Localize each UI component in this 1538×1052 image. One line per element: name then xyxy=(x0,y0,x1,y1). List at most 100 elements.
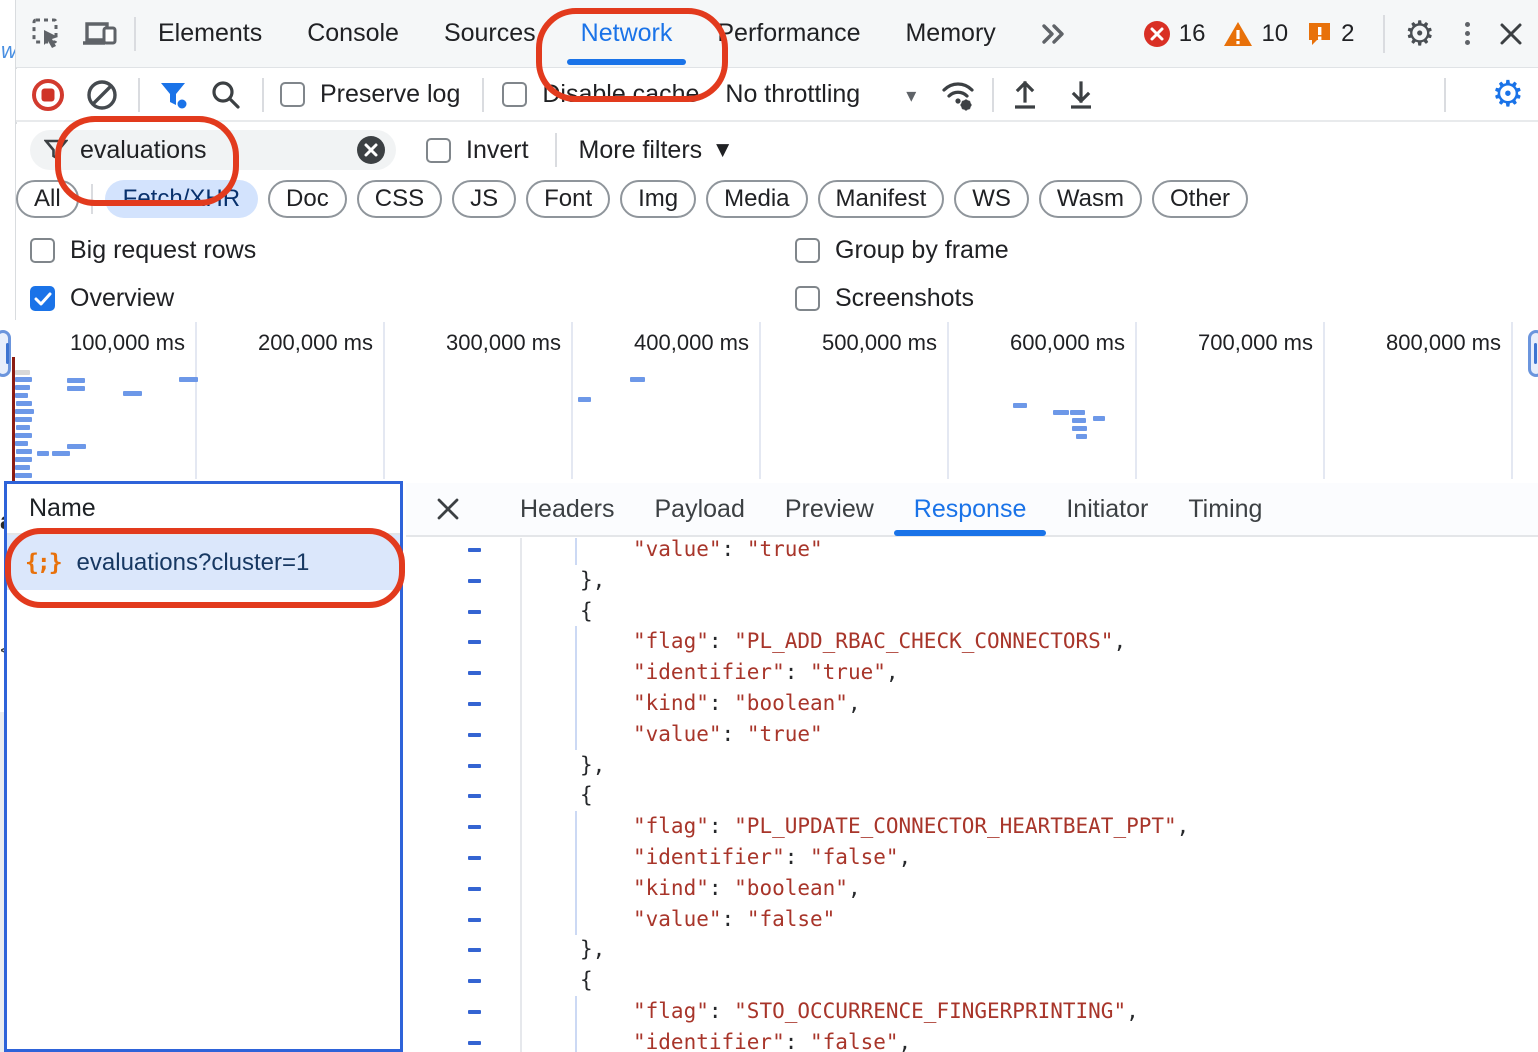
gutter-fold-dash[interactable] xyxy=(468,1010,481,1014)
close-devtools-icon[interactable] xyxy=(1498,21,1524,47)
clear-network-log-icon[interactable] xyxy=(80,79,124,111)
tab-network[interactable]: Network xyxy=(581,0,673,68)
request-row-selected[interactable]: {;} evaluations?cluster=1 xyxy=(7,535,400,590)
network-conditions-icon[interactable] xyxy=(940,78,976,112)
overview-request-bar xyxy=(1053,410,1069,415)
chip-manifest[interactable]: Manifest xyxy=(818,180,945,218)
tab-elements[interactable]: Elements xyxy=(158,0,262,68)
invert-checkbox[interactable] xyxy=(426,138,451,163)
filter-funnel-icon[interactable] xyxy=(152,78,196,112)
gutter-fold-dash[interactable] xyxy=(468,825,481,829)
chip-wasm[interactable]: Wasm xyxy=(1039,180,1142,218)
overview-request-bar xyxy=(16,425,30,430)
gutter-fold-dash[interactable] xyxy=(468,548,481,552)
overview-request-bar xyxy=(1076,434,1087,439)
tab-performance[interactable]: Performance xyxy=(717,0,860,68)
export-har-icon[interactable] xyxy=(1066,79,1096,111)
chip-fetch-xhr[interactable]: Fetch/XHR xyxy=(105,180,258,218)
tab-console[interactable]: Console xyxy=(307,0,399,68)
preserve-log-checkbox[interactable] xyxy=(280,82,305,107)
error-badge-icon[interactable] xyxy=(1143,20,1171,48)
big-request-rows-checkbox[interactable] xyxy=(30,238,55,263)
search-icon[interactable] xyxy=(204,79,248,111)
overview-request-bar xyxy=(15,465,30,470)
more-filters-button[interactable]: More filters ▼ xyxy=(579,136,730,165)
detail-tab-timing[interactable]: Timing xyxy=(1188,482,1262,536)
settings-gear-icon[interactable]: ⚙ xyxy=(1405,14,1435,54)
detail-tab-response[interactable]: Response xyxy=(914,482,1027,536)
gutter-fold-dash[interactable] xyxy=(468,610,481,614)
detail-tab-headers[interactable]: Headers xyxy=(520,482,615,536)
overview-request-bar xyxy=(630,377,645,382)
record-network-log-icon[interactable] xyxy=(26,78,70,112)
tab-memory[interactable]: Memory xyxy=(905,0,995,68)
chip-js[interactable]: JS xyxy=(452,180,516,218)
group-by-frame-checkbox[interactable] xyxy=(795,238,820,263)
gutter-fold-dash[interactable] xyxy=(468,856,481,860)
overview-tick-label: 700,000 ms xyxy=(1123,330,1313,356)
indent-guide xyxy=(575,657,577,688)
tab-sources[interactable]: Sources xyxy=(444,0,536,68)
detail-tab-payload[interactable]: Payload xyxy=(655,482,745,536)
issues-count: 2 xyxy=(1341,20,1354,48)
detail-tab-initiator[interactable]: Initiator xyxy=(1066,482,1148,536)
status-badges: 16 10 2 xyxy=(1143,20,1359,48)
gutter-fold-dash[interactable] xyxy=(468,764,481,768)
network-settings-gear-icon[interactable]: ⚙ xyxy=(1492,74,1524,115)
response-body-viewer[interactable]: "value": "true"},{"flag": "PL_ADD_RBAC_C… xyxy=(406,538,1538,1052)
gutter-fold-dash[interactable] xyxy=(468,979,481,983)
chip-media[interactable]: Media xyxy=(706,180,807,218)
clear-filter-icon[interactable] xyxy=(356,135,386,165)
detail-tab-preview[interactable]: Preview xyxy=(785,482,874,536)
gutter-fold-dash[interactable] xyxy=(468,702,481,706)
three-dots-menu-icon[interactable] xyxy=(1465,22,1470,45)
response-code-line: "kind": "boolean", xyxy=(406,688,1538,719)
chip-doc[interactable]: Doc xyxy=(268,180,347,218)
gutter-fold-dash[interactable] xyxy=(468,948,481,952)
device-toolbar-icon[interactable] xyxy=(78,12,122,56)
divider xyxy=(262,78,264,112)
overview-request-bar xyxy=(67,444,86,449)
network-toolbar: Preserve log Disable cache No throttling… xyxy=(16,69,1538,122)
overview-request-bar xyxy=(67,386,85,391)
gutter-fold-dash[interactable] xyxy=(468,733,481,737)
close-detail-icon[interactable] xyxy=(436,497,460,521)
issues-badge-icon[interactable] xyxy=(1306,20,1333,47)
response-code-line: }, xyxy=(406,934,1538,965)
indent-guide xyxy=(575,873,577,904)
chip-other[interactable]: Other xyxy=(1152,180,1248,218)
chip-img[interactable]: Img xyxy=(620,180,696,218)
gutter-fold-dash[interactable] xyxy=(468,918,481,922)
network-overview-timeline[interactable]: 100,000 ms200,000 ms300,000 ms400,000 ms… xyxy=(0,320,1538,481)
warning-badge-icon[interactable] xyxy=(1223,20,1253,48)
response-code-line: "value": "true" xyxy=(406,538,1538,565)
overview-tick-label: 100,000 ms xyxy=(0,330,185,356)
overview-checkbox[interactable] xyxy=(30,286,55,311)
overview-request-bar xyxy=(37,451,49,456)
chip-all[interactable]: All xyxy=(16,180,79,218)
grip-line xyxy=(6,343,9,364)
overview-right-handle[interactable] xyxy=(1528,330,1538,377)
gutter-fold-dash[interactable] xyxy=(468,887,481,891)
overview-request-bar xyxy=(15,385,30,390)
screenshots-checkbox[interactable] xyxy=(795,286,820,311)
import-har-icon[interactable] xyxy=(1010,79,1040,111)
inspect-cursor-icon[interactable] xyxy=(26,12,70,56)
chip-ws[interactable]: WS xyxy=(954,180,1029,218)
gutter-fold-dash[interactable] xyxy=(468,640,481,644)
gutter-fold-dash[interactable] xyxy=(468,579,481,583)
disable-cache-checkbox[interactable] xyxy=(502,82,527,107)
filter-input[interactable] xyxy=(78,135,322,166)
indent-guide xyxy=(575,1027,577,1052)
chip-font[interactable]: Font xyxy=(526,180,610,218)
more-tabs-chevron-icon[interactable] xyxy=(1038,22,1068,46)
gutter-fold-dash[interactable] xyxy=(468,1041,481,1045)
gutter-fold-dash[interactable] xyxy=(468,794,481,798)
gutter-fold-dash[interactable] xyxy=(468,671,481,675)
overview-left-handle[interactable] xyxy=(0,330,11,377)
filter-field[interactable] xyxy=(30,130,396,170)
overview-tick-label: 500,000 ms xyxy=(747,330,937,356)
name-column-header[interactable]: Name xyxy=(7,484,400,535)
throttling-select[interactable]: No throttling ▾ xyxy=(725,80,916,109)
chip-css[interactable]: CSS xyxy=(357,180,442,218)
